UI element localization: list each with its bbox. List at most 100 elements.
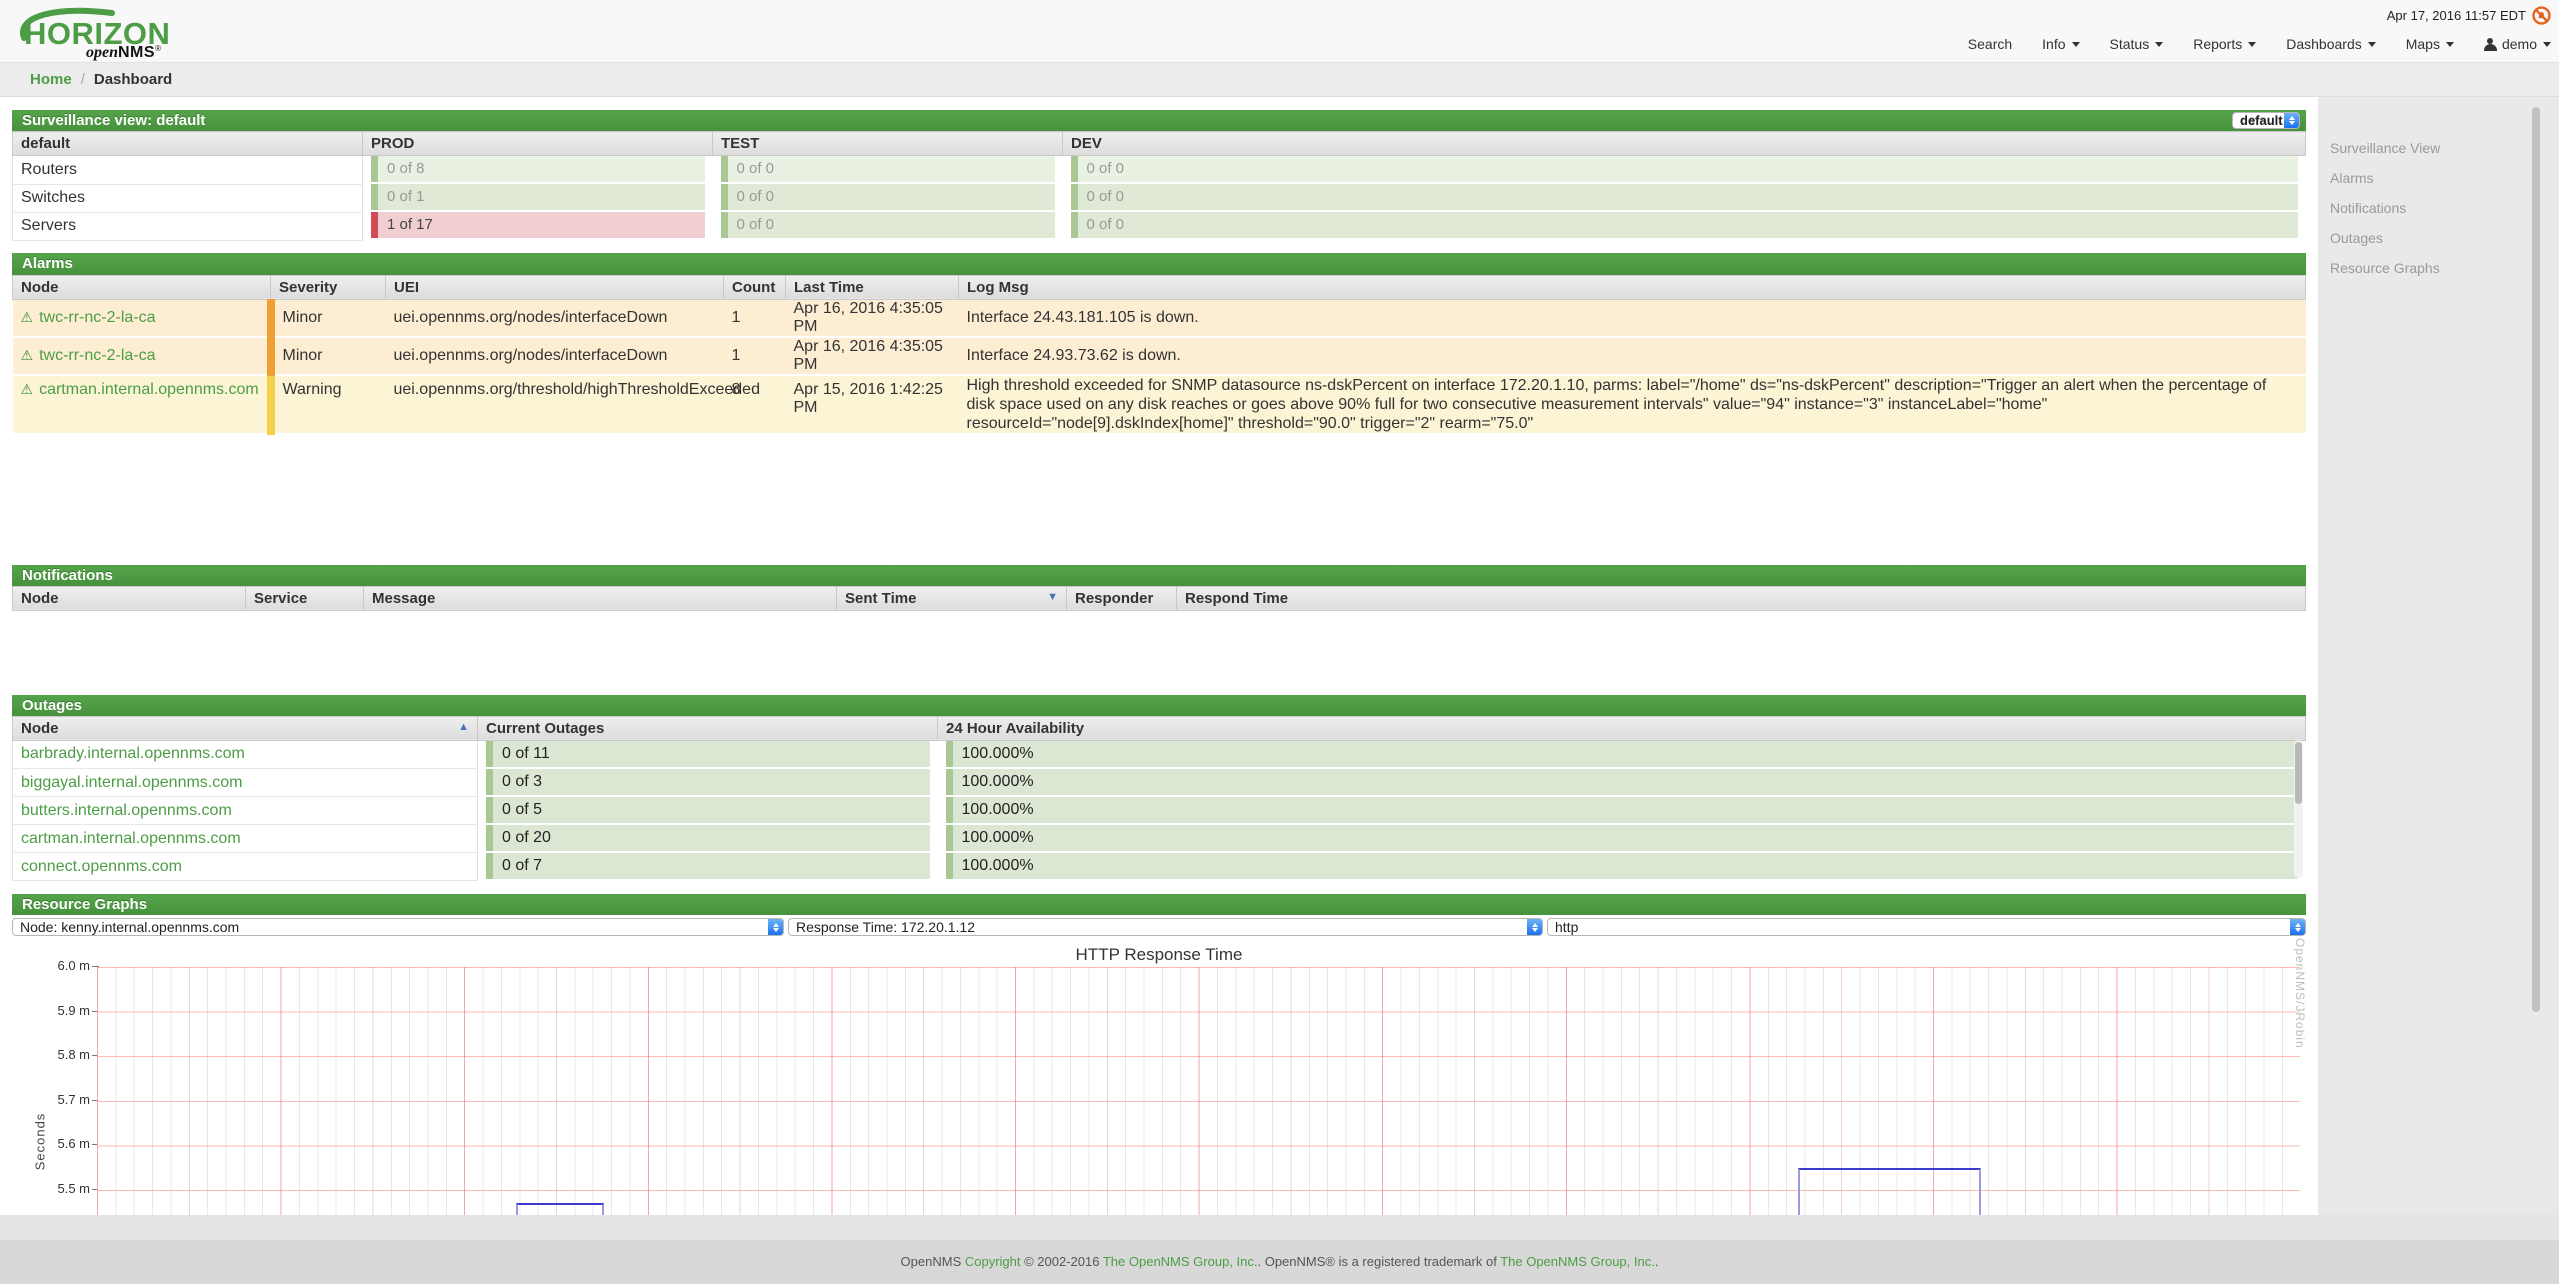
alarm-node-link[interactable]: cartman.internal.opennms.com (39, 381, 259, 398)
nav-search[interactable]: Search (1968, 36, 2012, 52)
sv-cell-switches-dev[interactable]: 0 of 0 (1071, 184, 2298, 210)
sv-row-label: Servers (13, 212, 363, 240)
outages-table: Node▲ Current Outages 24 Hour Availabili… (12, 716, 2306, 882)
outage-node-link[interactable]: biggayal.internal.opennms.com (21, 774, 242, 791)
user-icon (2484, 38, 2497, 51)
nav-dashboards[interactable]: Dashboards (2286, 36, 2376, 52)
sv-cell-servers-test[interactable]: 0 of 0 (721, 212, 1055, 238)
outages-col-node[interactable]: Node▲ (13, 716, 478, 740)
alarms-panel: Alarms Node Severity UEI Count Last Time… (12, 253, 2306, 553)
y-axis-tick: 5.7 m (20, 1092, 90, 1107)
chart-title: HTTP Response Time (12, 945, 2306, 965)
sidebar-item-notifications[interactable]: Notifications (2318, 193, 2559, 223)
sidebar-item-outages[interactable]: Outages (2318, 223, 2559, 253)
outage-current: 0 of 11 (486, 741, 930, 767)
alarm-row: ⚠twc-rr-nc-2-la-ca Minor uei.opennms.org… (13, 337, 2306, 375)
sv-cell-switches-prod[interactable]: 0 of 1 (371, 184, 705, 210)
notif-col-node[interactable]: Node (13, 586, 246, 610)
surveillance-title: Surveillance view: default (22, 112, 205, 129)
select-spinner-icon (2284, 113, 2299, 128)
outage-row: connect.opennms.com 0 of 7 100.000% (13, 853, 2306, 881)
sv-cell-routers-prod[interactable]: 0 of 8 (371, 156, 705, 182)
outages-scrollbar[interactable] (2294, 740, 2303, 878)
main-nav: Search Info Status Reports Dashboards Ma… (1968, 36, 2551, 52)
warning-triangle-icon: ⚠ (21, 309, 34, 325)
outage-availability: 100.000% (946, 769, 2298, 795)
alarm-row: ⚠cartman.internal.opennms.com Warning ue… (13, 375, 2306, 434)
alarms-col-lasttime[interactable]: Last Time (786, 275, 959, 299)
logo-subtitle: openNMS® (86, 44, 161, 62)
alarms-col-severity[interactable]: Severity (271, 275, 386, 299)
alarm-uei: uei.opennms.org/nodes/interfaceDown (386, 337, 724, 375)
outages-col-current[interactable]: Current Outages (478, 716, 938, 740)
outage-node-link[interactable]: connect.opennms.com (21, 858, 182, 875)
chevron-down-icon (2446, 42, 2454, 47)
outage-node-link[interactable]: cartman.internal.opennms.com (21, 830, 241, 847)
sv-row-label: Switches (13, 184, 363, 212)
notif-col-service[interactable]: Service (246, 586, 364, 610)
outage-current: 0 of 3 (486, 769, 930, 795)
y-axis-tick: 5.6 m (20, 1136, 90, 1151)
alarms-col-logmsg[interactable]: Log Msg (959, 275, 2306, 299)
outages-col-availability[interactable]: 24 Hour Availability (938, 716, 2306, 740)
sv-col-default[interactable]: default (13, 132, 363, 156)
current-datetime: Apr 17, 2016 11:57 EDT (2387, 8, 2526, 23)
surveillance-table: default PROD TEST DEV Routers 0 of 8 0 o… (12, 131, 2306, 241)
alarms-col-node[interactable]: Node (13, 275, 271, 299)
notif-col-respondtime[interactable]: Respond Time (1177, 586, 2306, 610)
nav-reports[interactable]: Reports (2193, 36, 2256, 52)
footer-copyright-link[interactable]: Copyright (965, 1254, 1021, 1269)
sidebar-item-surveillance-view[interactable]: Surveillance View (2318, 133, 2559, 163)
outage-node-link[interactable]: barbrady.internal.opennms.com (21, 745, 245, 762)
resource-select[interactable]: Response Time: 172.20.1.12 (788, 918, 1543, 936)
footer-group-link[interactable]: The OpenNMS Group, Inc. (1103, 1254, 1258, 1269)
alarm-node-link[interactable]: twc-rr-nc-2-la-ca (39, 309, 155, 326)
page-scrollbar-thumb[interactable] (2532, 107, 2540, 1012)
breadcrumb-home-link[interactable]: Home (30, 71, 72, 88)
footer-group-link[interactable]: The OpenNMS Group, Inc. (1500, 1254, 1655, 1269)
y-axis-tick: 5.5 m (20, 1181, 90, 1196)
alarms-panel-heading: Alarms (12, 253, 2306, 275)
notif-col-responder[interactable]: Responder (1067, 586, 1177, 610)
nav-maps[interactable]: Maps (2406, 36, 2454, 52)
sidebar-item-alarms[interactable]: Alarms (2318, 163, 2559, 193)
sv-row-label: Routers (13, 156, 363, 185)
sidebar-item-resource-graphs[interactable]: Resource Graphs (2318, 253, 2559, 283)
sort-ascending-icon: ▲ (458, 721, 469, 733)
sv-cell-servers-prod[interactable]: 1 of 17 (371, 212, 705, 238)
notif-col-message[interactable]: Message (364, 586, 837, 610)
outages-panel-heading: Outages (12, 695, 2306, 716)
alarm-count: 1 (724, 337, 786, 375)
chevron-down-icon (2072, 42, 2080, 47)
nav-user-menu[interactable]: demo (2484, 36, 2551, 52)
outage-row: cartman.internal.opennms.com 0 of 20 100… (13, 825, 2306, 853)
horizon-logo[interactable]: HORIZON openNMS® (14, 4, 204, 60)
nav-info[interactable]: Info (2042, 36, 2079, 52)
alarms-col-uei[interactable]: UEI (386, 275, 724, 299)
sv-cell-switches-test[interactable]: 0 of 0 (721, 184, 1055, 210)
notif-col-senttime[interactable]: Sent Time▼ (837, 586, 1067, 610)
alarm-uei: uei.opennms.org/nodes/interfaceDown (386, 299, 724, 337)
sv-col-prod[interactable]: PROD (363, 132, 713, 156)
top-header: HORIZON openNMS® Apr 17, 2016 11:57 EDT … (0, 0, 2559, 62)
chevron-down-icon (2155, 42, 2163, 47)
outage-node-link[interactable]: butters.internal.opennms.com (21, 802, 232, 819)
y-axis-tick: 6.0 m (20, 958, 90, 973)
node-select[interactable]: Node: kenny.internal.opennms.com (12, 918, 784, 936)
sv-cell-routers-test[interactable]: 0 of 0 (721, 156, 1055, 182)
select-spinner-icon (1527, 919, 1542, 935)
sv-cell-servers-dev[interactable]: 0 of 0 (1071, 212, 2298, 238)
notifications-off-icon (2532, 6, 2551, 25)
y-axis-tick: 5.8 m (20, 1047, 90, 1062)
dashboard-content: Surveillance view: default default defau… (0, 97, 2318, 1215)
sv-col-dev[interactable]: DEV (1063, 132, 2306, 156)
alarm-node-link[interactable]: twc-rr-nc-2-la-ca (39, 347, 155, 364)
nav-status[interactable]: Status (2110, 36, 2164, 52)
graph-select[interactable]: http (1547, 918, 2306, 936)
sv-col-test[interactable]: TEST (713, 132, 1063, 156)
surveillance-panel-heading: Surveillance view: default default (12, 110, 2306, 131)
surveillance-view-select[interactable]: default (2232, 112, 2300, 129)
notifications-panel: Notifications Node Service Message Sent … (12, 565, 2306, 683)
alarms-col-count[interactable]: Count (724, 275, 786, 299)
sv-cell-routers-dev[interactable]: 0 of 0 (1071, 156, 2298, 182)
